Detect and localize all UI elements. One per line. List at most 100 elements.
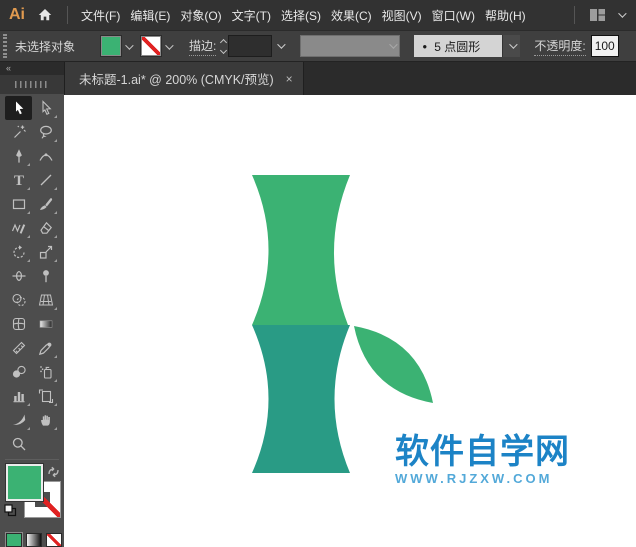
magic-wand-icon bbox=[11, 124, 27, 140]
workspace-switcher-button[interactable] bbox=[583, 0, 612, 30]
tool-slice[interactable] bbox=[5, 408, 32, 432]
selection-status: 未选择对象 bbox=[15, 38, 101, 55]
menu-window[interactable]: 窗口(W) bbox=[427, 0, 480, 30]
brush-dropdown-arrow[interactable] bbox=[502, 35, 520, 57]
bamboo-bottom-segment[interactable] bbox=[252, 325, 350, 473]
stroke-weight-label[interactable]: 描边: bbox=[189, 37, 216, 56]
tool-scale[interactable] bbox=[32, 240, 59, 264]
column-graph-tool-icon bbox=[11, 388, 27, 404]
tool-lasso[interactable] bbox=[32, 120, 59, 144]
document-tab-bar: 未标题-1.ai* @ 200% (CMYK/预览) × bbox=[64, 62, 636, 95]
canvas[interactable]: 软件自学网 WWW.RJZXW.COM bbox=[64, 95, 636, 547]
tool-eraser[interactable] bbox=[32, 216, 59, 240]
workspace-dropdown[interactable] bbox=[612, 0, 636, 30]
stroke-weight-stepper[interactable] bbox=[221, 40, 226, 53]
tool-column-graph[interactable] bbox=[5, 384, 32, 408]
panel-grip[interactable] bbox=[3, 34, 7, 58]
menu-object[interactable]: 对象(O) bbox=[175, 0, 226, 30]
menu-bar: Ai 文件(F) 编辑(E) 对象(O) 文字(T) 选择(S) 效果(C) 视… bbox=[0, 0, 636, 30]
menu-file[interactable]: 文件(F) bbox=[76, 0, 125, 30]
fill-stroke-control bbox=[3, 464, 61, 525]
workspace-layout-icon bbox=[589, 8, 606, 22]
tool-zoom[interactable] bbox=[5, 432, 32, 456]
tool-eyedropper[interactable] bbox=[32, 336, 59, 360]
menu-separator bbox=[67, 6, 68, 24]
brush-definition-dropdown[interactable]: ● 5 点圆形 bbox=[414, 35, 520, 57]
tool-perspective-grid[interactable] bbox=[32, 288, 59, 312]
stroke-weight-dropdown[interactable] bbox=[272, 35, 288, 57]
brush-dot-icon: ● bbox=[422, 42, 427, 51]
none-mode-button[interactable] bbox=[46, 533, 62, 547]
color-mode-button[interactable] bbox=[6, 533, 22, 547]
watermark-url: WWW.RJZXW.COM bbox=[395, 472, 570, 485]
illustrator-window: Ai 文件(F) 编辑(E) 对象(O) 文字(T) 选择(S) 效果(C) 视… bbox=[0, 0, 636, 547]
tool-blend[interactable] bbox=[5, 360, 32, 384]
stroke-color-swatch[interactable] bbox=[141, 36, 161, 56]
tool-rotate[interactable] bbox=[5, 240, 32, 264]
puppet-warp-pin-icon bbox=[38, 268, 54, 284]
stroke-weight-input[interactable] bbox=[228, 35, 272, 57]
fill-color-swatch[interactable] bbox=[101, 36, 121, 56]
blend-tool-icon bbox=[11, 364, 27, 380]
tool-puppet-warp[interactable] bbox=[32, 264, 59, 288]
tool-gradient[interactable] bbox=[32, 312, 59, 336]
tool-curvature[interactable] bbox=[32, 144, 59, 168]
chevron-down-icon bbox=[390, 40, 398, 48]
bamboo-top-segment[interactable] bbox=[252, 175, 350, 325]
tool-shape-builder[interactable] bbox=[5, 288, 32, 312]
chevron-down-icon bbox=[618, 9, 626, 17]
gradient-tool-icon bbox=[38, 316, 54, 332]
artboard-tool-icon bbox=[38, 388, 54, 404]
menu-select[interactable]: 选择(S) bbox=[276, 0, 326, 30]
home-button[interactable] bbox=[31, 0, 59, 30]
menu-help[interactable]: 帮助(H) bbox=[480, 0, 531, 30]
width-tool-icon bbox=[11, 268, 27, 284]
opacity-input[interactable] bbox=[591, 35, 619, 57]
slice-tool-icon bbox=[11, 412, 27, 428]
fill-swatch[interactable] bbox=[6, 464, 43, 501]
tab-close-icon[interactable]: × bbox=[286, 72, 293, 86]
tool-symbol-sprayer[interactable] bbox=[32, 360, 59, 384]
mesh-tool-icon bbox=[11, 316, 27, 332]
chevron-down-icon bbox=[278, 40, 286, 48]
stroke-dropdown[interactable] bbox=[165, 39, 171, 53]
tool-paintbrush[interactable] bbox=[32, 192, 59, 216]
bamboo-leaf[interactable] bbox=[354, 326, 433, 403]
menu-type[interactable]: 文字(T) bbox=[227, 0, 276, 30]
document-tab[interactable]: 未标题-1.ai* @ 200% (CMYK/预览) × bbox=[64, 62, 304, 95]
menu-view[interactable]: 视图(V) bbox=[377, 0, 427, 30]
tool-type[interactable]: T bbox=[5, 168, 32, 192]
tool-width[interactable] bbox=[5, 264, 32, 288]
symbol-sprayer-tool-icon bbox=[38, 364, 54, 380]
opacity-label[interactable]: 不透明度: bbox=[534, 37, 585, 56]
tool-shaper[interactable] bbox=[5, 216, 32, 240]
selection-tool-icon bbox=[11, 100, 27, 116]
tool-line-segment[interactable] bbox=[32, 168, 59, 192]
tool-measure[interactable] bbox=[5, 336, 32, 360]
menu-edit[interactable]: 编辑(E) bbox=[125, 0, 175, 30]
tool-rectangle[interactable] bbox=[5, 192, 32, 216]
paint-mode-buttons bbox=[0, 525, 64, 547]
measure-tool-icon bbox=[11, 340, 27, 356]
tools-panel-grip[interactable] bbox=[0, 75, 64, 95]
tool-direct-selection[interactable] bbox=[32, 96, 59, 120]
tool-selection[interactable] bbox=[5, 96, 32, 120]
home-icon bbox=[37, 7, 53, 23]
document-area: 未标题-1.ai* @ 200% (CMYK/预览) × 软件自学网 WWW.R… bbox=[64, 62, 636, 547]
scale-tool-icon bbox=[38, 244, 54, 260]
default-fill-stroke-button[interactable] bbox=[4, 504, 17, 522]
chevron-down-icon bbox=[125, 41, 133, 49]
menu-effect[interactable]: 效果(C) bbox=[326, 0, 377, 30]
rectangle-tool-icon bbox=[11, 196, 27, 212]
tool-magic-wand[interactable] bbox=[5, 120, 32, 144]
tool-pen[interactable] bbox=[5, 144, 32, 168]
tool-hand[interactable] bbox=[32, 408, 59, 432]
tool-artboard[interactable] bbox=[32, 384, 59, 408]
gradient-mode-button[interactable] bbox=[26, 533, 42, 547]
rotate-tool-icon bbox=[11, 244, 27, 260]
menu-separator bbox=[574, 6, 575, 24]
tool-mesh[interactable] bbox=[5, 312, 32, 336]
tools-panel-collapse[interactable]: « bbox=[0, 62, 64, 75]
lasso-tool-icon bbox=[38, 124, 54, 140]
fill-dropdown[interactable] bbox=[125, 39, 131, 53]
